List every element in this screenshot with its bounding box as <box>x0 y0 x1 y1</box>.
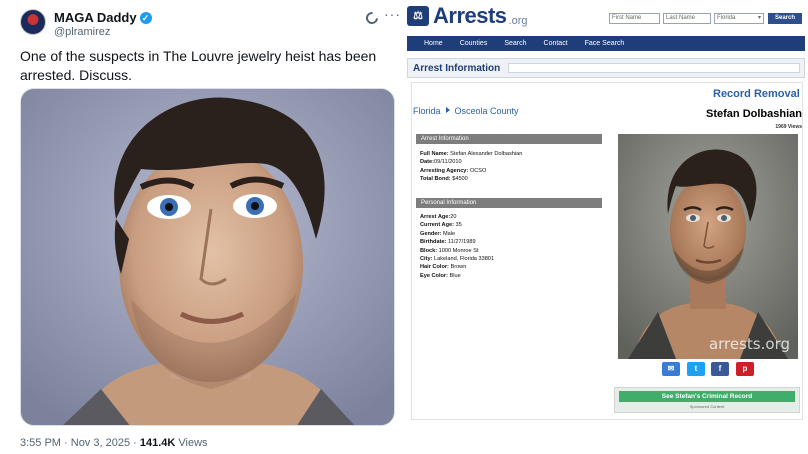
field-label: Arrest Age: <box>420 214 451 220</box>
field-row: Eye Color: Blue <box>420 272 494 280</box>
field-value: Stefan Alexander Dolbashian <box>450 151 523 157</box>
tweet-date[interactable]: Nov 3, 2025 <box>71 437 130 449</box>
field-row: Birthdate: 11/27/1989 <box>420 238 494 246</box>
field-label: Block: <box>420 247 438 254</box>
sponsored-box: See Stefan's Criminal Record Sponsored C… <box>614 387 800 413</box>
criminal-record-button[interactable]: See Stefan's Criminal Record <box>619 391 795 402</box>
field-label: Arresting Agency: <box>420 167 469 174</box>
search-button[interactable]: Search <box>768 13 802 24</box>
arrest-fields: Full Name: Stefan Alexander Dolbashian D… <box>420 150 522 184</box>
nav-face-search[interactable]: Face Search <box>585 36 625 51</box>
tweet-text: One of the suspects in The Louvre jewelr… <box>20 48 377 83</box>
breadcrumb-state[interactable]: Florida <box>413 106 441 116</box>
personal-info-header: Personal Information <box>416 198 602 208</box>
field-row: Total Bond: $4500 <box>420 175 522 183</box>
tweet-time[interactable]: 3:55 PM <box>20 437 61 449</box>
record-removal-link[interactable]: Record Removal <box>713 88 800 100</box>
logo-text: Arrests <box>433 3 507 28</box>
field-value: 11/27/1989 <box>447 239 476 246</box>
arrest-info-header: Arrest Information <box>416 134 602 144</box>
views-count-site: 1969 Views <box>775 124 802 130</box>
field-row: Hair Color: Brown <box>420 263 494 271</box>
mail-icon[interactable]: ✉ <box>662 362 680 376</box>
grok-icon[interactable] <box>363 9 381 27</box>
field-row: Arresting Agency: OCSO <box>420 167 522 175</box>
chevron-right-icon <box>445 107 450 113</box>
section-title: Arrest Information <box>413 63 501 74</box>
state-select[interactable]: Florida <box>714 13 764 24</box>
author-name[interactable]: MAGA Daddy ✓ <box>54 10 152 25</box>
mugshot-image <box>21 89 394 425</box>
field-value: 35 <box>455 222 462 229</box>
field-value: OCSO <box>469 167 487 174</box>
twitter-icon[interactable]: t <box>687 362 705 376</box>
field-label: Current Age: <box>420 222 454 229</box>
pinterest-icon[interactable]: p <box>736 362 754 376</box>
tweet-meta: 3:55 PM · Nov 3, 2025 · 141.4K Views <box>20 437 208 449</box>
verified-badge-icon: ✓ <box>139 12 152 24</box>
first-name-input[interactable]: First Name <box>609 13 660 24</box>
last-name-input[interactable]: Last Name <box>663 13 711 24</box>
author-name-text: MAGA Daddy <box>54 10 137 25</box>
field-label: Full Name: <box>420 151 449 157</box>
field-value: 1000 Monroe St <box>438 247 479 254</box>
field-value: 20 <box>450 214 457 220</box>
tweet-card: MAGA Daddy ✓ @plramirez ··· One of the su… <box>0 0 405 454</box>
watermark: arrests.org <box>708 335 790 353</box>
breadcrumb-county[interactable]: Osceola County <box>455 106 519 116</box>
nav-counties[interactable]: Counties <box>460 36 488 51</box>
sponsored-label: Sponsored Content <box>689 404 725 409</box>
breadcrumb: Florida Osceola County <box>413 106 519 116</box>
field-label: Eye Color: <box>420 272 448 279</box>
field-value: $4500 <box>452 176 468 183</box>
logo-suffix: .org <box>508 14 528 27</box>
field-value: Male <box>443 230 456 237</box>
field-value: 09/11/2010 <box>434 159 462 166</box>
logo-icon: ⚖ <box>407 6 429 26</box>
tweet-photo[interactable] <box>20 88 395 426</box>
avatar[interactable] <box>20 9 46 35</box>
field-label: Total Bond: <box>420 176 451 183</box>
nav-home[interactable]: Home <box>424 36 443 51</box>
field-row: Full Name: Stefan Alexander Dolbashian <box>420 150 522 158</box>
field-row: Arrest Age:20 <box>420 213 494 221</box>
field-value: Brown <box>450 264 467 271</box>
field-label: Date: <box>420 159 434 166</box>
field-label: Birthdate: <box>420 239 447 246</box>
booking-photo-image <box>618 134 798 359</box>
person-name: Stefan Dolbashian <box>706 108 802 120</box>
more-icon[interactable]: ··· <box>384 6 401 22</box>
main-nav: Home Counties Search Contact Face Search <box>407 36 805 51</box>
views-count: 141.4K <box>139 437 176 449</box>
facebook-icon[interactable]: f <box>711 362 729 376</box>
field-row: Gender: Male <box>420 230 494 238</box>
field-label: City: <box>420 256 433 263</box>
field-value: Lakeland, Florida 33801 <box>434 256 495 263</box>
personal-fields: Arrest Age:20 Current Age: 35 Gender: Ma… <box>420 213 494 280</box>
section-bar: Arrest Information <box>407 58 805 78</box>
author-handle[interactable]: @plramirez <box>54 26 110 38</box>
field-label: Hair Color: <box>420 264 449 271</box>
field-row: Current Age: 35 <box>420 221 494 229</box>
field-label: Gender: <box>420 230 442 237</box>
field-row: Date:09/11/2010 <box>420 158 522 166</box>
views-label: Views <box>178 437 208 449</box>
field-row: City: Lakeland, Florida 33801 <box>420 255 494 263</box>
booking-photo: arrests.org <box>618 134 798 359</box>
section-box <box>508 63 800 73</box>
nav-contact[interactable]: Contact <box>544 36 568 51</box>
field-value: Blue <box>449 272 461 279</box>
nav-search[interactable]: Search <box>504 36 526 51</box>
site-logo[interactable]: ⚖ Arrests .org <box>407 3 528 28</box>
field-row: Block: 1000 Monroe St <box>420 247 494 255</box>
